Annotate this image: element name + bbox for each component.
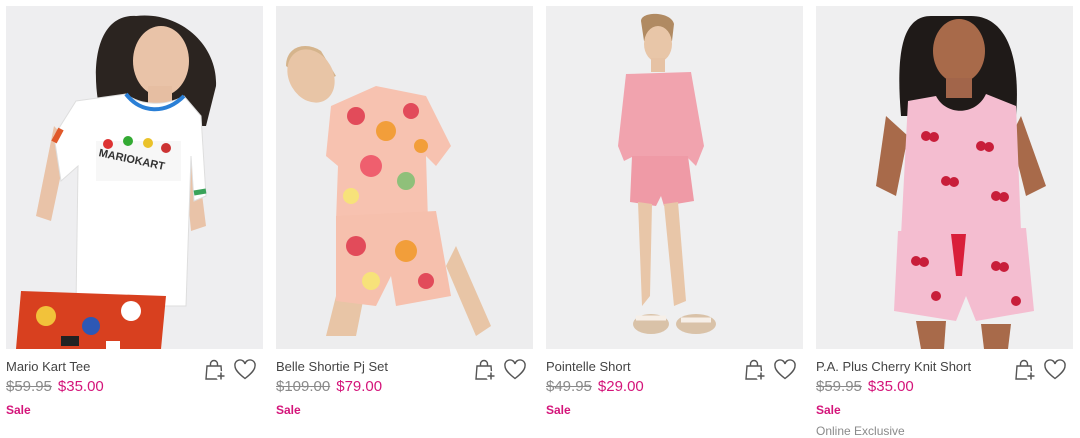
- model-illustration: [276, 6, 533, 349]
- product-name[interactable]: Belle Shortie Pj Set: [276, 359, 388, 374]
- product-image[interactable]: [546, 6, 803, 349]
- product-card[interactable]: MARIOKART Mario Kart Tee $59.95 $35.00 Sa…: [6, 6, 263, 426]
- add-to-bag-icon: [745, 359, 766, 381]
- add-to-bag-icon: [1015, 359, 1036, 381]
- sale-price: $35.00: [57, 378, 104, 395]
- add-to-bag-button[interactable]: [743, 358, 767, 382]
- product-name[interactable]: P.A. Plus Cherry Knit Short: [816, 359, 971, 374]
- product-prices: $109.00 $79.00: [276, 378, 382, 395]
- product-image[interactable]: MARIOKART: [6, 6, 263, 349]
- product-card[interactable]: P.A. Plus Cherry Knit Short $59.95 $35.00…: [816, 6, 1073, 438]
- product-image[interactable]: [816, 6, 1073, 349]
- sale-badge: Sale: [6, 403, 31, 417]
- add-to-bag-icon: [475, 359, 496, 381]
- wishlist-button[interactable]: [1043, 358, 1067, 382]
- product-card[interactable]: Pointelle Short $49.95 $29.00 Sale: [546, 6, 803, 426]
- sale-price: $29.00: [597, 378, 644, 395]
- product-prices: $59.95 $35.00: [6, 378, 104, 395]
- product-card[interactable]: Belle Shortie Pj Set $109.00 $79.00 Sale: [276, 6, 533, 426]
- product-actions: [203, 358, 257, 382]
- sale-price: $35.00: [867, 378, 914, 395]
- product-prices: $59.95 $35.00: [816, 378, 914, 395]
- product-image[interactable]: [276, 6, 533, 349]
- add-to-bag-button[interactable]: [473, 358, 497, 382]
- add-to-bag-icon: [205, 359, 226, 381]
- product-actions: [743, 358, 797, 382]
- product-actions: [1013, 358, 1067, 382]
- sale-price: $79.00: [336, 378, 383, 395]
- wishlist-button[interactable]: [773, 358, 797, 382]
- original-price: $59.95: [6, 378, 52, 395]
- heart-icon: [234, 359, 256, 380]
- product-name[interactable]: Pointelle Short: [546, 359, 631, 374]
- product-name[interactable]: Mario Kart Tee: [6, 359, 90, 374]
- product-actions: [473, 358, 527, 382]
- original-price: $49.95: [546, 378, 592, 395]
- model-illustration: [816, 6, 1073, 349]
- online-exclusive-label: Online Exclusive: [816, 424, 905, 438]
- heart-icon: [504, 359, 526, 380]
- product-prices: $49.95 $29.00: [546, 378, 644, 395]
- heart-icon: [774, 359, 796, 380]
- wishlist-button[interactable]: [503, 358, 527, 382]
- add-to-bag-button[interactable]: [1013, 358, 1037, 382]
- model-illustration: [546, 6, 803, 349]
- add-to-bag-button[interactable]: [203, 358, 227, 382]
- original-price: $59.95: [816, 378, 862, 395]
- original-price: $109.00: [276, 378, 331, 395]
- heart-icon: [1044, 359, 1066, 380]
- sale-badge: Sale: [816, 403, 841, 417]
- wishlist-button[interactable]: [233, 358, 257, 382]
- sale-badge: Sale: [276, 403, 301, 417]
- sale-badge: Sale: [546, 403, 571, 417]
- product-grid: MARIOKART Mario Kart Tee $59.95 $35.00 Sa…: [6, 6, 1073, 438]
- model-illustration: MARIOKART: [6, 6, 263, 349]
